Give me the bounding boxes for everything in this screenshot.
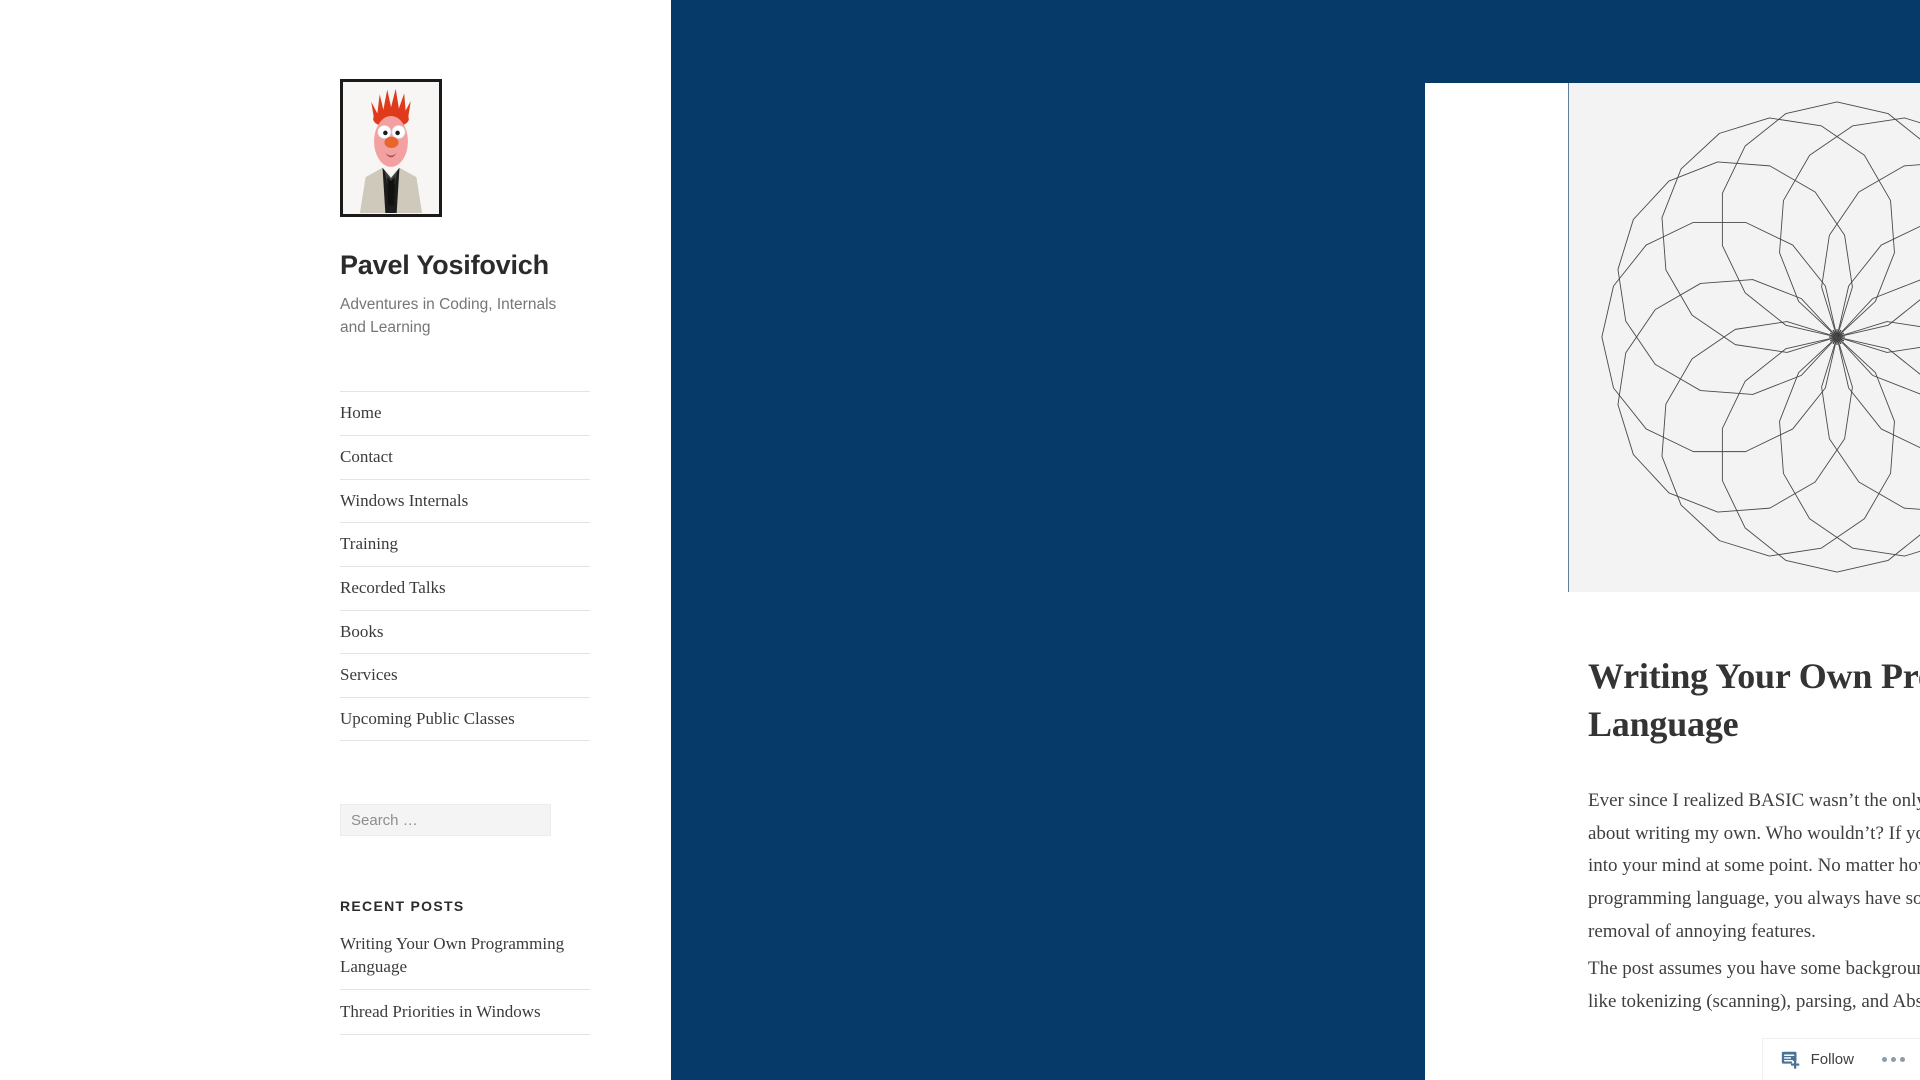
- sidebar-item-training[interactable]: Training: [340, 523, 590, 567]
- page-root: Pavel Yosifovich Adventures in Coding, I…: [0, 0, 1920, 1080]
- sidebar: Pavel Yosifovich Adventures in Coding, I…: [0, 0, 671, 1080]
- sidebar-item-home[interactable]: Home: [340, 392, 590, 436]
- subscribe-add-icon: [1780, 1049, 1802, 1071]
- nav-link-label[interactable]: Upcoming Public Classes: [340, 707, 590, 732]
- spirograph-rose-pattern-icon: [1569, 83, 1920, 592]
- nav-link-label[interactable]: Windows Internals: [340, 489, 590, 514]
- search-widget: [340, 804, 551, 837]
- list-item[interactable]: Writing Your Own Programming Language: [340, 933, 590, 991]
- ellipsis-dot: [1882, 1057, 1887, 1062]
- nav-link-label[interactable]: Contact: [340, 445, 590, 470]
- avatar[interactable]: [340, 79, 442, 217]
- list-item[interactable]: Thread Priorities in Windows: [340, 1001, 590, 1036]
- site-title[interactable]: Pavel Yosifovich: [340, 249, 590, 281]
- recent-post-link[interactable]: Writing Your Own Programming Language: [340, 933, 590, 979]
- nav-link-label[interactable]: Training: [340, 532, 590, 557]
- sidebar-item-upcoming-public-classes[interactable]: Upcoming Public Classes: [340, 698, 590, 742]
- follow-button-label[interactable]: Follow: [1811, 1051, 1854, 1068]
- site-description: Adventures in Coding, Internals and Lear…: [340, 296, 557, 336]
- nav-link-label[interactable]: Books: [340, 620, 590, 645]
- sidebar-item-windows-internals[interactable]: Windows Internals: [340, 480, 590, 524]
- avatar-image: [343, 83, 439, 213]
- recent-posts-widget: Recent Posts Writing Your Own Programmin…: [340, 898, 590, 1036]
- sidebar-item-books[interactable]: Books: [340, 611, 590, 655]
- nav-link-label[interactable]: Services: [340, 663, 590, 688]
- follow-bar[interactable]: Follow: [1762, 1039, 1920, 1080]
- ellipsis-dot: [1891, 1057, 1896, 1062]
- main-navigation: Home Contact Windows Internals Training …: [340, 391, 590, 742]
- search-input[interactable]: [340, 804, 551, 837]
- ellipsis-icon[interactable]: [1882, 1057, 1905, 1062]
- article-paragraph: The post assumes you have some backgroun…: [1588, 958, 1920, 1012]
- nav-link-label[interactable]: Home: [340, 401, 590, 426]
- ellipsis-dot: [1900, 1057, 1905, 1062]
- content-backdrop: Writing Your Own Programming Language Ev…: [671, 0, 1920, 1080]
- sidebar-item-contact[interactable]: Contact: [340, 436, 590, 480]
- sidebar-item-services[interactable]: Services: [340, 654, 590, 698]
- featured-image[interactable]: [1568, 83, 1920, 592]
- sidebar-item-recorded-talks[interactable]: Recorded Talks: [340, 567, 590, 611]
- recent-post-link[interactable]: Thread Priorities in Windows: [340, 1001, 590, 1024]
- article-paragraph: Ever since I realized BASIC wasn’t the o…: [1588, 790, 1920, 942]
- nav-link-label[interactable]: Recorded Talks: [340, 576, 590, 601]
- recent-posts-heading: Recent Posts: [340, 898, 465, 915]
- page-title[interactable]: Writing Your Own Programming Language: [1588, 653, 1920, 749]
- article-card: Writing Your Own Programming Language Ev…: [1425, 83, 1920, 1080]
